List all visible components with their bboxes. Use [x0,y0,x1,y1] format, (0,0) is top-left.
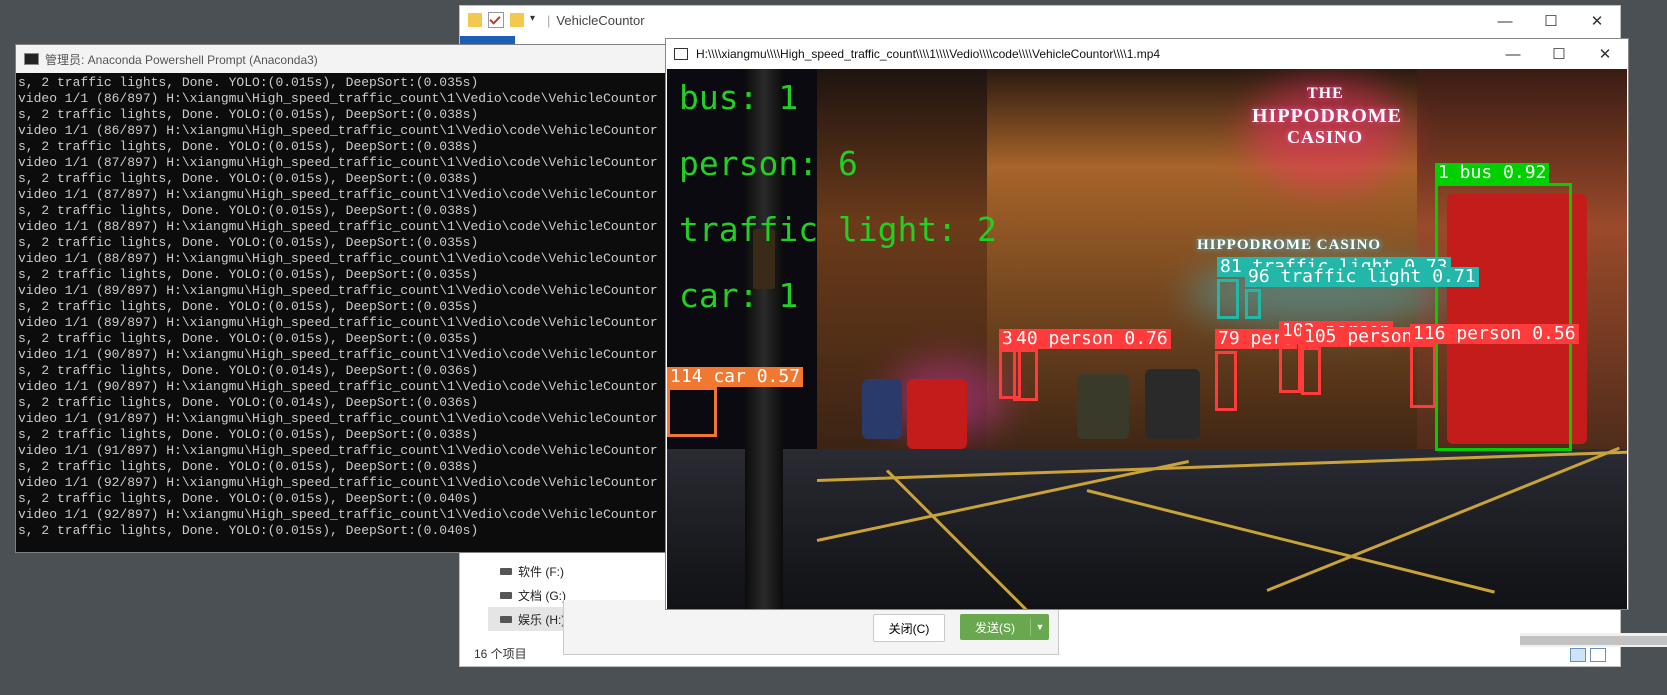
console-line: video 1/1 (90/897) H:\xiangmu\High_speed… [18,347,658,362]
video-frame: THE HIPPODROME CASINO HIPPODROME CASINO … [667,69,1627,609]
console-line: video 1/1 (91/897) H:\xiangmu\High_speed… [18,443,658,458]
minimize-icon[interactable]: — [1490,39,1536,69]
customize-toolbar-icon[interactable]: ▾ [530,13,535,27]
send-button[interactable]: 发送(S) ▼ [960,614,1049,640]
console-output[interactable]: s, 2 traffic lights, Done. YOLO:(0.015s)… [16,75,679,552]
console-line: s, 2 traffic lights, Done. YOLO:(0.015s)… [18,427,479,442]
street [667,449,1627,609]
console-line: video 1/1 (88/897) H:\xiangmu\High_speed… [18,251,658,266]
console-line: video 1/1 (86/897) H:\xiangmu\High_speed… [18,123,658,138]
explorer-caption-buttons: — ☐ ✕ [1482,6,1620,36]
console-title: 管理员: Anaconda Powershell Prompt (Anacond… [45,52,318,67]
count-bus: bus: 1 [679,78,799,117]
console-line: video 1/1 (87/897) H:\xiangmu\High_speed… [18,155,658,170]
video-window: H:\\\\xiangmu\\\\High_speed_traffic_coun… [665,38,1629,610]
scroll-thumb[interactable] [1520,636,1667,645]
sign-hippodrome: HIPPODROME [1252,105,1402,127]
drive-label: 软件 (F:) [518,564,564,579]
chevron-down-icon[interactable]: ▼ [1030,618,1049,636]
count-traffic-light: traffic light: 2 [679,210,997,249]
console-line: s, 2 traffic lights, Done. YOLO:(0.015s)… [18,267,479,282]
console-line: s, 2 traffic lights, Done. YOLO:(0.015s)… [18,331,479,346]
traffic-light-bounding-box [1217,279,1239,319]
console-icon [24,53,39,65]
console-line: s, 2 traffic lights, Done. YOLO:(0.014s)… [18,395,479,410]
console-line: s, 2 traffic lights, Done. YOLO:(0.015s)… [18,491,479,506]
console-line: s, 2 traffic lights, Done. YOLO:(0.015s)… [18,139,479,154]
console-line: s, 2 traffic lights, Done. YOLO:(0.015s)… [18,459,479,474]
sign-the: THE [1307,85,1344,102]
console-line: s, 2 traffic lights, Done. YOLO:(0.015s)… [18,75,479,90]
canopy-sign: HIPPODROME CASINO [1197,237,1382,253]
console-line: s, 2 traffic lights, Done. YOLO:(0.015s)… [18,523,479,538]
close-button[interactable]: 关闭(C) [873,614,945,642]
console-titlebar: 管理员: Anaconda Powershell Prompt (Anacond… [16,45,679,73]
close-icon[interactable]: ✕ [1582,39,1628,69]
console-line: s, 2 traffic lights, Done. YOLO:(0.014s)… [18,363,479,378]
traffic-light-detection-label: 96 traffic light 0.71 [1245,267,1479,287]
horizontal-scrollbar[interactable]: › [1520,633,1667,647]
drive-f[interactable]: 软件 (F:) [488,559,588,583]
sign-casino: CASINO [1287,127,1364,147]
traffic-light-bounding-box [1245,289,1261,319]
console-line: video 1/1 (88/897) H:\xiangmu\High_speed… [18,219,658,234]
maximize-icon[interactable]: ☐ [1536,39,1582,69]
person-detection-label: 116 person 0.56 [1410,324,1579,344]
folder-icon [468,13,482,27]
large-icons-view-icon[interactable] [1590,648,1606,662]
console-line: video 1/1 (92/897) H:\xiangmu\High_speed… [18,507,658,522]
person-bounding-box [1013,349,1038,401]
item-count: 16 个项目 [474,647,527,661]
window-icon [674,48,688,60]
person-bounding-box [1279,341,1301,393]
console-line: video 1/1 (89/897) H:\xiangmu\High_speed… [18,315,658,330]
console-line: video 1/1 (89/897) H:\xiangmu\High_speed… [18,283,658,298]
bus-bounding-box [1435,183,1572,451]
details-view-icon[interactable] [1570,648,1586,662]
console-line: s, 2 traffic lights, Done. YOLO:(0.015s)… [18,235,479,250]
separator: | [547,12,551,28]
rickshaw [1077,374,1129,439]
drive-icon [500,615,512,623]
console-line: s, 2 traffic lights, Done. YOLO:(0.015s)… [18,171,479,186]
rickshaw [862,379,902,439]
drive-icon [500,567,512,575]
send-button-label: 发送(S) [975,620,1015,635]
person-detection-label: 105 person [1301,327,1416,347]
video-titlebar: H:\\\\xiangmu\\\\High_speed_traffic_coun… [666,39,1628,69]
rickshaw [907,379,967,449]
console-line: s, 2 traffic lights, Done. YOLO:(0.015s)… [18,203,479,218]
video-title: H:\\\\xiangmu\\\\High_speed_traffic_coun… [696,47,1161,61]
explorer-title: VehicleCountor [556,12,645,28]
car-detection-label: 114 car 0.57 [667,367,804,387]
maximize-icon[interactable]: ☐ [1528,6,1574,36]
person-bounding-box [1215,351,1237,411]
console-line: s, 2 traffic lights, Done. YOLO:(0.015s)… [18,107,479,122]
drive-label: 娱乐 (H:) [518,612,566,627]
person-bounding-box [1301,347,1321,395]
view-toggle [1570,648,1606,662]
drive-icon [500,591,512,599]
car-bounding-box [667,387,717,437]
new-folder-icon[interactable] [510,13,524,27]
video-caption-buttons: — ☐ ✕ [1490,39,1628,69]
person-detection-label: 40 person 0.76 [1013,329,1171,349]
close-icon[interactable]: ✕ [1574,6,1620,36]
console-line: video 1/1 (87/897) H:\xiangmu\High_speed… [18,187,658,202]
rickshaw [1145,369,1200,439]
count-car: car: 1 [679,276,799,315]
explorer-titlebar: ▾ | VehicleCountor [460,6,1620,34]
bus-detection-label: 1 bus 0.92 [1435,163,1550,183]
powershell-window: 管理员: Anaconda Powershell Prompt (Anacond… [15,44,680,553]
console-line: s, 2 traffic lights, Done. YOLO:(0.015s)… [18,299,479,314]
console-line: video 1/1 (91/897) H:\xiangmu\High_speed… [18,411,658,426]
count-person: person: 6 [679,144,858,183]
console-line: video 1/1 (90/897) H:\xiangmu\High_speed… [18,379,658,394]
minimize-icon[interactable]: — [1482,6,1528,36]
console-line: video 1/1 (92/897) H:\xiangmu\High_speed… [18,475,658,490]
person-bounding-box [1410,344,1436,408]
drive-label: 文档 (G:) [518,588,566,603]
console-line: video 1/1 (86/897) H:\xiangmu\High_speed… [18,91,658,106]
properties-icon[interactable] [488,12,504,28]
